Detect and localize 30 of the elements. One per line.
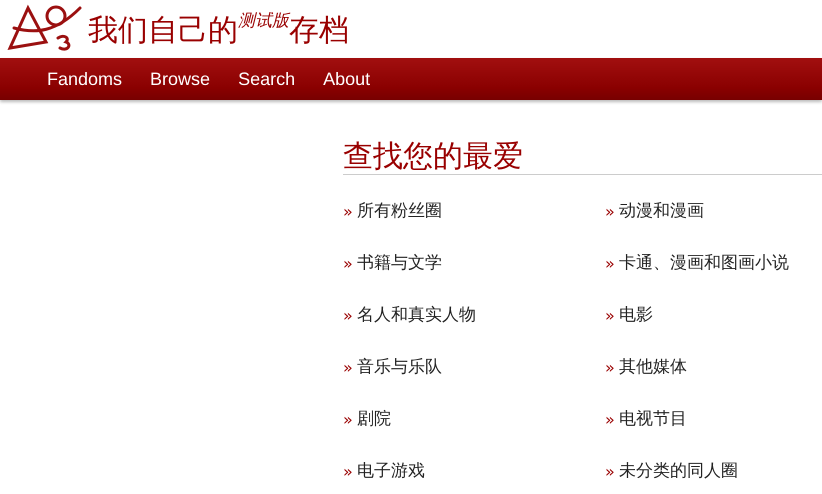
bullet-icon: » bbox=[605, 356, 615, 380]
nav-link[interactable]: Search bbox=[238, 66, 296, 92]
nav-link[interactable]: Browse bbox=[150, 66, 210, 92]
category-link[interactable]: 音乐与乐队 bbox=[356, 353, 442, 382]
bullet-icon: » bbox=[343, 304, 353, 328]
category-link[interactable]: 其他媒体 bbox=[618, 353, 687, 382]
bullet-icon: » bbox=[343, 408, 353, 432]
category-link[interactable]: 电视节目 bbox=[618, 405, 687, 434]
category-link[interactable]: 剧院 bbox=[356, 405, 391, 434]
category-link[interactable]: 书籍与文学 bbox=[356, 249, 442, 278]
site-title[interactable]: 我们自己的$^{测试版}$存档 bbox=[88, 12, 349, 46]
bullet-icon: » bbox=[605, 200, 615, 224]
nav-link[interactable]: Fandoms bbox=[47, 66, 122, 92]
category-link[interactable]: 动漫和漫画 bbox=[618, 197, 704, 226]
bullet-icon: » bbox=[343, 460, 353, 484]
bullet-icon: » bbox=[605, 408, 615, 432]
category-link[interactable]: 所有粉丝圈 bbox=[356, 197, 442, 226]
bullet-icon: » bbox=[343, 356, 353, 380]
category-link[interactable]: 电影 bbox=[618, 301, 653, 330]
bullet-icon: » bbox=[605, 460, 615, 484]
bullet-icon: » bbox=[343, 252, 353, 276]
category-link[interactable]: 卡通、漫画和图画小说 bbox=[618, 249, 789, 278]
category-link[interactable]: 名人和真实人物 bbox=[356, 301, 476, 330]
bullet-icon: » bbox=[605, 252, 615, 276]
category-link[interactable]: 未分类的同人圈 bbox=[618, 457, 738, 486]
category-link[interactable]: 电子游戏 bbox=[356, 457, 425, 486]
section-heading: 查找您的最爱 bbox=[343, 142, 822, 175]
nav-link[interactable]: About bbox=[323, 66, 370, 92]
bullet-icon: » bbox=[343, 200, 353, 224]
bullet-icon: » bbox=[605, 304, 615, 328]
